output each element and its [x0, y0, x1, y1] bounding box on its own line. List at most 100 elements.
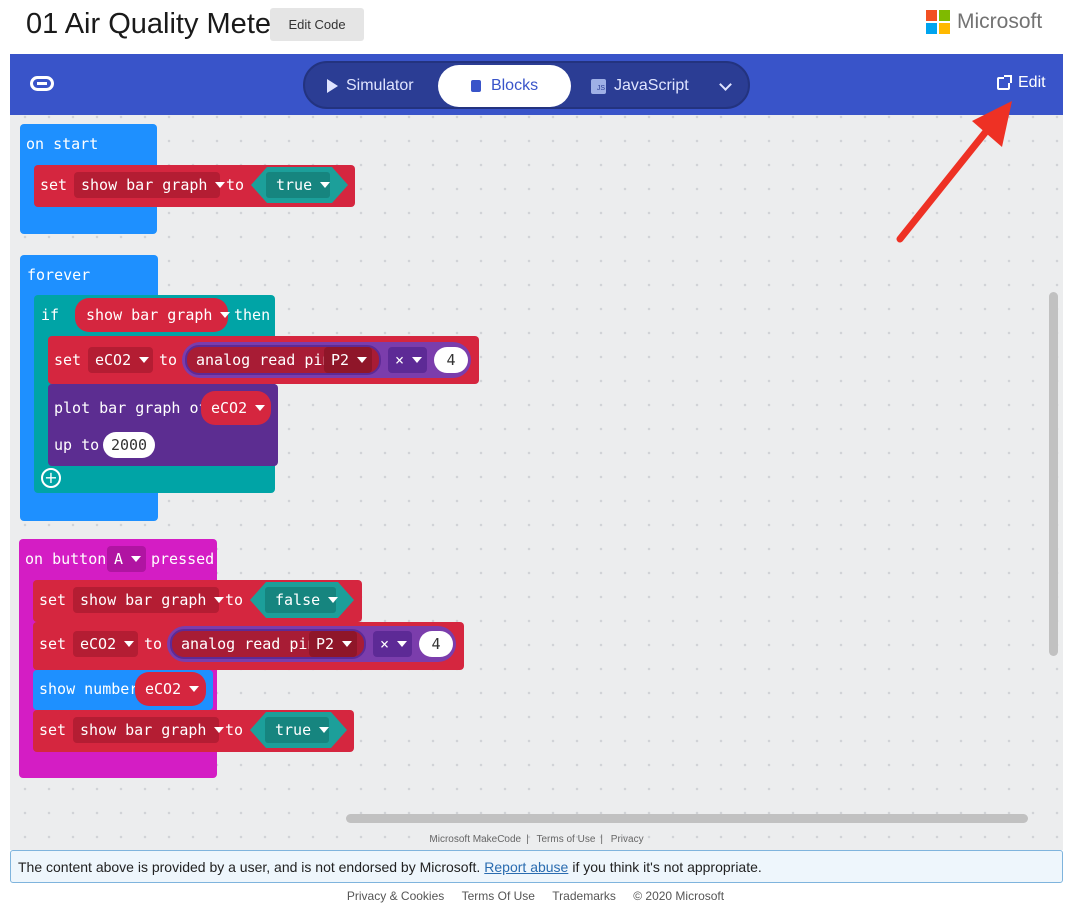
max-value-input[interactable]: 2000 — [103, 432, 155, 458]
operator-dropdown[interactable]: × — [373, 631, 412, 657]
terms-of-use-link[interactable]: Terms Of Use — [462, 889, 535, 903]
terms-link[interactable]: Terms of Use — [537, 834, 596, 845]
variable-name: show bar graph — [81, 176, 208, 194]
to-label: to — [225, 721, 244, 739]
dropdown-caret-icon — [412, 357, 423, 363]
play-icon — [327, 79, 338, 93]
puzzle-icon — [470, 80, 481, 92]
to-label: to — [144, 635, 163, 653]
variable-name: eCO2 — [211, 399, 248, 417]
set-label: set — [39, 591, 67, 609]
set-label: set — [39, 721, 67, 739]
pin-dropdown[interactable]: P2 — [324, 347, 372, 373]
to-label: to — [226, 176, 245, 194]
copyright-text: © 2020 Microsoft — [633, 889, 725, 903]
tab-simulator-label: Simulator — [346, 77, 414, 94]
up-to-label: up to — [54, 436, 100, 454]
makecode-logo-icon[interactable] — [30, 76, 54, 91]
to-label: to — [159, 351, 178, 369]
view-tabs: Simulator Blocks JS JavaScript — [303, 61, 750, 109]
top-bar: 01 Air Quality Meter Edit Code Microsoft — [0, 0, 1071, 54]
privacy-cookies-link[interactable]: Privacy & Cookies — [347, 889, 444, 903]
number-input[interactable]: 4 — [419, 631, 453, 657]
microsoft-logo[interactable]: Microsoft — [926, 10, 1042, 34]
js-icon: JS — [591, 78, 606, 94]
analog-read-label: analog read pin — [196, 351, 332, 369]
chevron-down-icon — [718, 77, 732, 91]
boolean-value: false — [275, 591, 321, 609]
pin-value: P2 — [331, 351, 350, 369]
privacy-link[interactable]: Privacy — [611, 834, 644, 845]
variable-dropdown[interactable]: show bar graph — [73, 587, 225, 613]
edit-link-label: Edit — [1018, 74, 1046, 91]
variable-name: show bar graph — [80, 591, 207, 609]
add-else-icon[interactable]: + — [41, 468, 61, 488]
red-arrow-annotation — [896, 101, 1012, 243]
show-number-label: show number — [39, 680, 139, 698]
edit-code-button[interactable]: Edit Code — [270, 8, 364, 41]
edit-link[interactable]: Edit — [997, 74, 1046, 92]
to-label: to — [225, 591, 244, 609]
page-title: 01 Air Quality Meter — [26, 8, 281, 40]
pressed-label: pressed — [151, 550, 215, 568]
tab-javascript[interactable]: JS JavaScript — [591, 65, 701, 107]
variable-name: show bar graph — [86, 306, 213, 324]
tab-blocks-label: Blocks — [490, 77, 539, 94]
notice-text-after: if you think it's not appropriate. — [572, 858, 762, 875]
number-input[interactable]: 4 — [434, 347, 468, 373]
variable-dropdown[interactable]: eCO2 — [88, 347, 153, 373]
dropdown-caret-icon — [189, 686, 200, 692]
boolean-dropdown[interactable]: true — [265, 717, 330, 743]
dropdown-caret-icon — [124, 641, 135, 647]
tab-more-dropdown[interactable] — [710, 65, 740, 107]
variable-dropdown[interactable]: show bar graph — [74, 172, 226, 198]
pin-value: P2 — [316, 635, 335, 653]
tab-blocks[interactable]: Blocks — [438, 65, 571, 107]
pin-dropdown[interactable]: P2 — [309, 631, 357, 657]
on-button-label: on button — [25, 550, 107, 568]
tab-javascript-label: JavaScript — [614, 77, 689, 94]
boolean-value: true — [275, 721, 312, 739]
user-content-notice: The content above is provided by a user,… — [10, 850, 1063, 883]
dropdown-caret-icon — [319, 727, 330, 733]
makecode-footer: Microsoft MakeCode | Terms of Use | Privac… — [429, 834, 644, 845]
vertical-scrollbar[interactable] — [1049, 292, 1058, 656]
dropdown-caret-icon — [397, 641, 408, 647]
dropdown-caret-icon — [357, 357, 368, 363]
operator-dropdown[interactable]: × — [388, 347, 427, 373]
dropdown-caret-icon — [214, 727, 225, 733]
boolean-value: true — [276, 176, 313, 194]
operator-value: × — [380, 635, 390, 653]
horizontal-scrollbar[interactable] — [346, 814, 1028, 823]
dropdown-caret-icon — [220, 312, 231, 318]
boolean-dropdown[interactable]: true — [266, 172, 331, 198]
variable-dropdown[interactable]: eCO2 — [138, 676, 203, 702]
analog-read-label: analog read pin — [181, 635, 317, 653]
makecode-link[interactable]: Microsoft MakeCode — [429, 834, 521, 845]
external-link-icon — [997, 74, 1012, 90]
dropdown-caret-icon — [131, 556, 142, 562]
variable-dropdown[interactable]: eCO2 — [204, 395, 269, 421]
microsoft-squares-icon — [926, 10, 950, 34]
tab-simulator[interactable]: Simulator — [327, 65, 447, 107]
variable-dropdown[interactable]: eCO2 — [73, 631, 138, 657]
condition-variable-dropdown[interactable]: show bar graph — [79, 302, 231, 328]
report-abuse-link[interactable]: Report abuse — [484, 859, 568, 875]
variable-dropdown[interactable]: show bar graph — [73, 717, 225, 743]
dropdown-caret-icon — [342, 641, 353, 647]
variable-name: eCO2 — [80, 635, 117, 653]
dropdown-caret-icon — [320, 182, 331, 188]
dropdown-caret-icon — [214, 597, 225, 603]
trademarks-link[interactable]: Trademarks — [552, 889, 616, 903]
operator-value: × — [395, 351, 405, 369]
plot-bar-graph-label: plot bar graph of — [54, 399, 208, 417]
forever-label: forever — [27, 266, 91, 284]
notice-text: The content above is provided by a user,… — [18, 858, 481, 875]
button-dropdown[interactable]: A — [107, 546, 146, 572]
variable-name: eCO2 — [95, 351, 132, 369]
button-value: A — [114, 550, 124, 568]
set-label: set — [39, 635, 67, 653]
variable-name: show bar graph — [80, 721, 207, 739]
boolean-dropdown[interactable]: false — [265, 587, 339, 613]
on-start-label: on start — [26, 135, 99, 153]
